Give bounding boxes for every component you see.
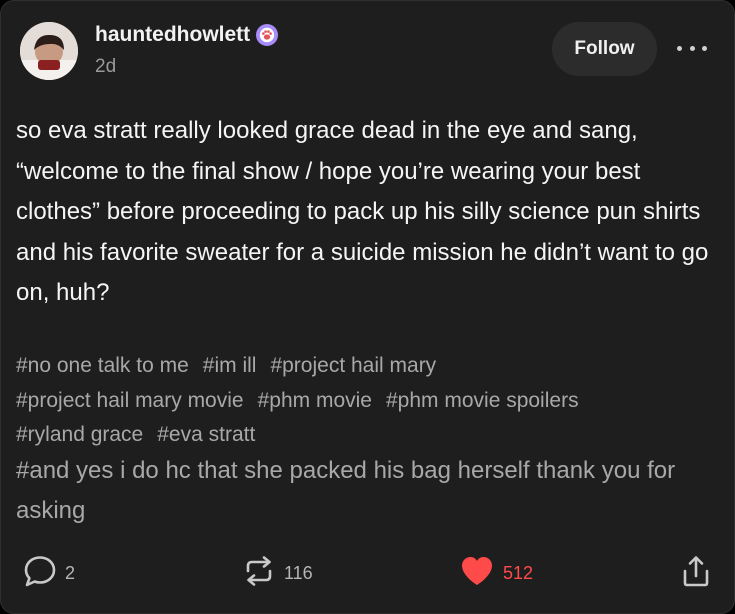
tag[interactable]: #project hail mary [270,354,436,377]
heart-icon [459,554,495,593]
tag-long[interactable]: #and yes i do hc that she packed his bag… [16,451,716,531]
follow-button[interactable]: Follow [552,22,657,76]
reblog-icon [242,554,276,593]
reblog-count: 116 [284,563,313,583]
paw-badge-icon [256,24,279,46]
username[interactable]: hauntedhowlett [95,23,279,47]
username-text[interactable]: hauntedhowlett [95,23,250,47]
post-timestamp: 2d [95,56,117,77]
more-icon[interactable] [677,41,707,55]
share-icon [681,554,711,593]
like-button[interactable]: 512 [459,554,533,593]
tag[interactable]: #eva stratt [157,423,255,446]
comment-button[interactable]: 2 [23,554,75,593]
tag-list: #no one talk to me #im ill #project hail m… [16,349,716,453]
reblog-button[interactable]: 116 [242,554,313,593]
share-button[interactable] [681,554,711,593]
avatar[interactable] [20,22,78,80]
comment-icon [23,554,57,593]
tag[interactable]: #im ill [203,354,257,377]
tag[interactable]: #phm movie [258,389,372,412]
post-card: hauntedhowlett 2d Follow so eva stratt r… [0,0,735,614]
post-body: so eva stratt really looked grace dead i… [16,117,709,306]
tag[interactable]: #ryland grace [16,423,143,446]
comment-count: 2 [65,563,76,583]
tag[interactable]: #no one talk to me [16,354,189,377]
tag[interactable]: #phm movie spoilers [386,389,579,412]
like-count: 512 [503,563,534,583]
tag[interactable]: #project hail mary movie [16,389,244,412]
